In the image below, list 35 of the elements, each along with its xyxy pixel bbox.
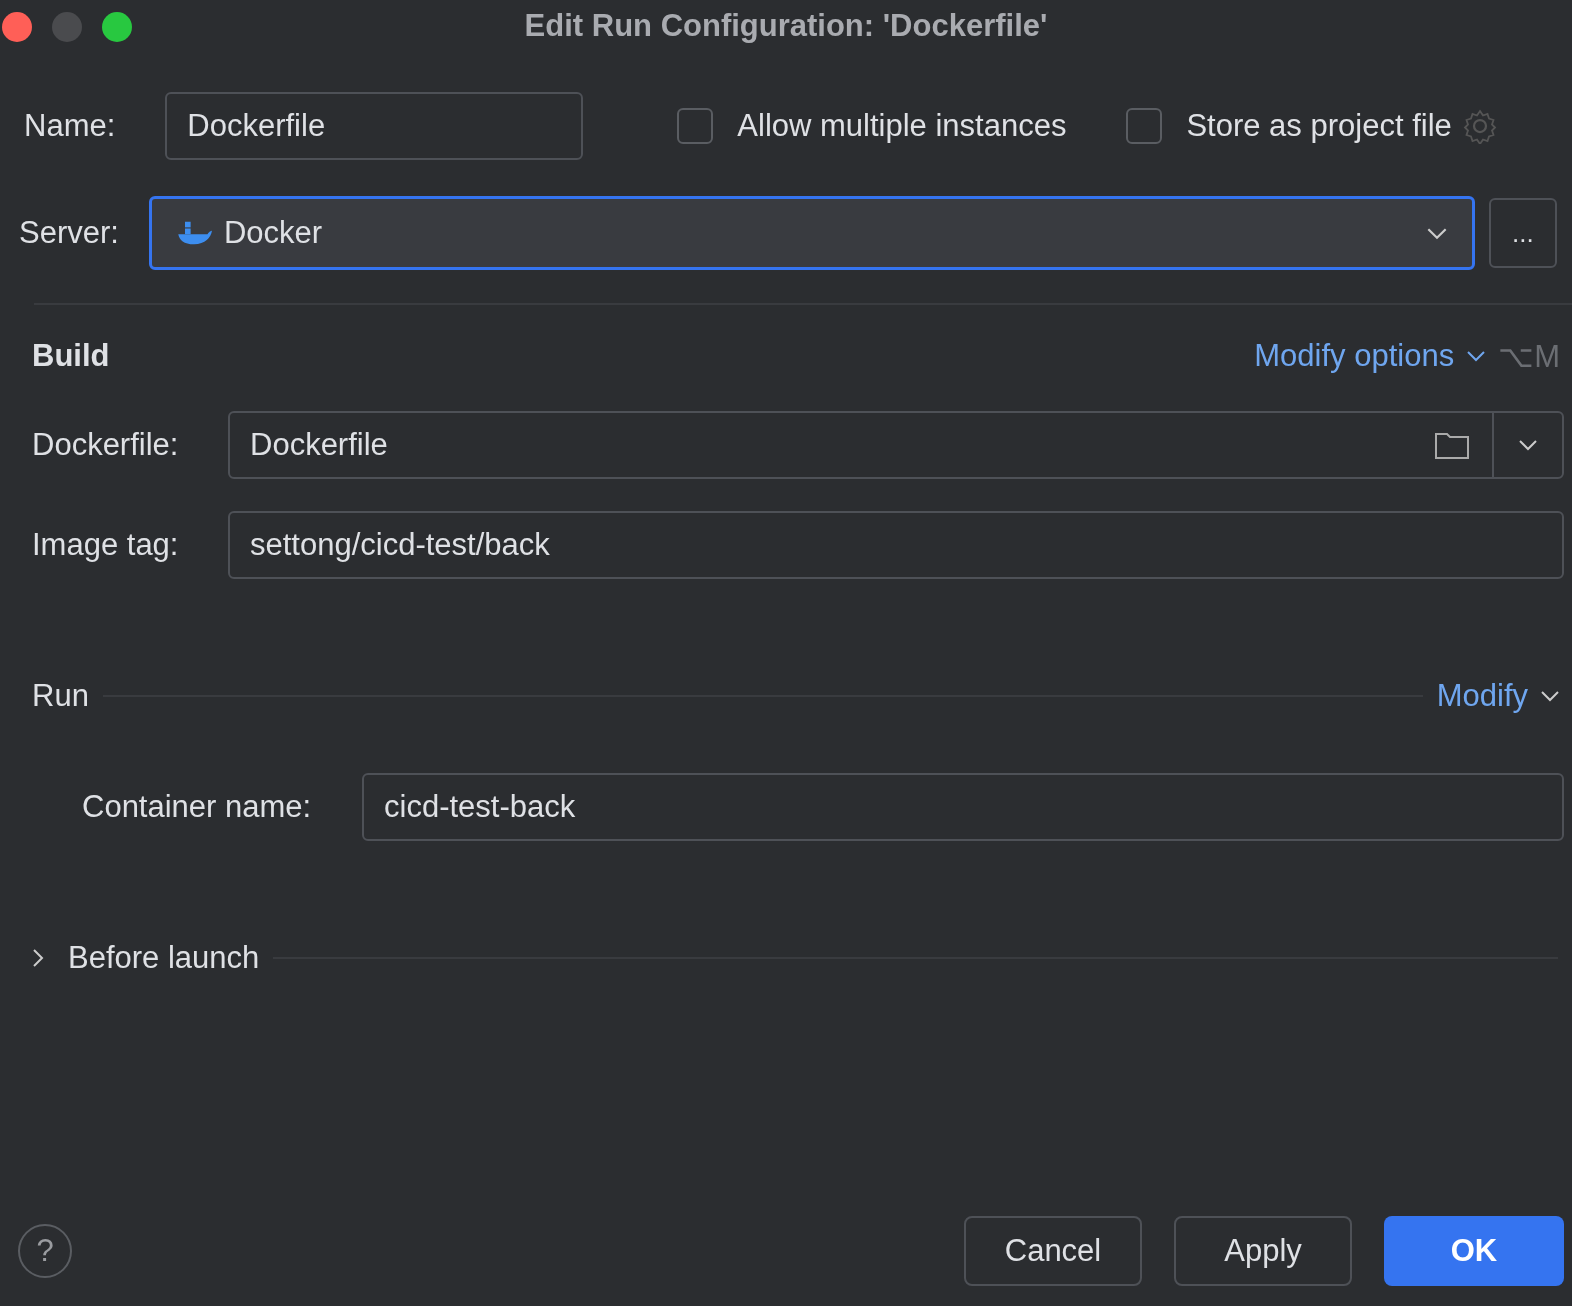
whale-icon — [175, 219, 212, 247]
dialog-button[interactable]: Apply — [1174, 1216, 1352, 1286]
chevron-right-icon[interactable] — [32, 948, 44, 968]
section-title[interactable]: Before launch — [68, 940, 260, 976]
checkbox-label: Allow multiple instances — [737, 108, 1067, 144]
checkbox[interactable] — [1126, 108, 1163, 144]
section-title: Run — [32, 678, 89, 714]
chevron-down-icon — [1466, 350, 1487, 362]
chevron-down-icon[interactable] — [1518, 439, 1538, 451]
server-label: Server: — [19, 215, 119, 251]
section-title: Build — [32, 338, 110, 374]
modify-link[interactable]: Modify — [1436, 678, 1528, 714]
name-label: Name: — [24, 108, 116, 144]
zoom-button[interactable] — [102, 12, 132, 42]
browse-button[interactable]: ... — [1488, 198, 1557, 268]
field-label: Image tag: — [32, 527, 180, 563]
close-button[interactable] — [2, 12, 32, 42]
shortcut-hint: ⌥M — [1498, 337, 1560, 375]
ok-button[interactable]: OK — [1384, 1216, 1564, 1286]
chevron-down-icon — [1425, 226, 1448, 240]
container-name-field[interactable]: cicd-test-back — [362, 773, 1564, 841]
folder-icon[interactable] — [1434, 430, 1470, 460]
dialog-button[interactable]: Cancel — [964, 1216, 1142, 1286]
modify-options-link[interactable]: Modify options — [1254, 338, 1455, 374]
server-dropdown[interactable]: Docker — [148, 196, 1475, 270]
checkbox-label: Store as project file — [1186, 108, 1452, 144]
field-label: Dockerfile: — [32, 427, 180, 463]
field-label: Container name: — [82, 789, 313, 825]
name-field[interactable]: Dockerfile — [165, 92, 584, 160]
checkbox[interactable] — [677, 108, 714, 144]
dockerfile-field[interactable]: Dockerfile — [228, 411, 1564, 479]
window-title: Edit Run Configuration: 'Dockerfile' — [524, 8, 1048, 44]
help-button[interactable]: ? — [18, 1224, 72, 1278]
chevron-down-icon — [1540, 690, 1560, 702]
image-tag-field[interactable]: settong/cicd-test/back — [228, 511, 1564, 579]
